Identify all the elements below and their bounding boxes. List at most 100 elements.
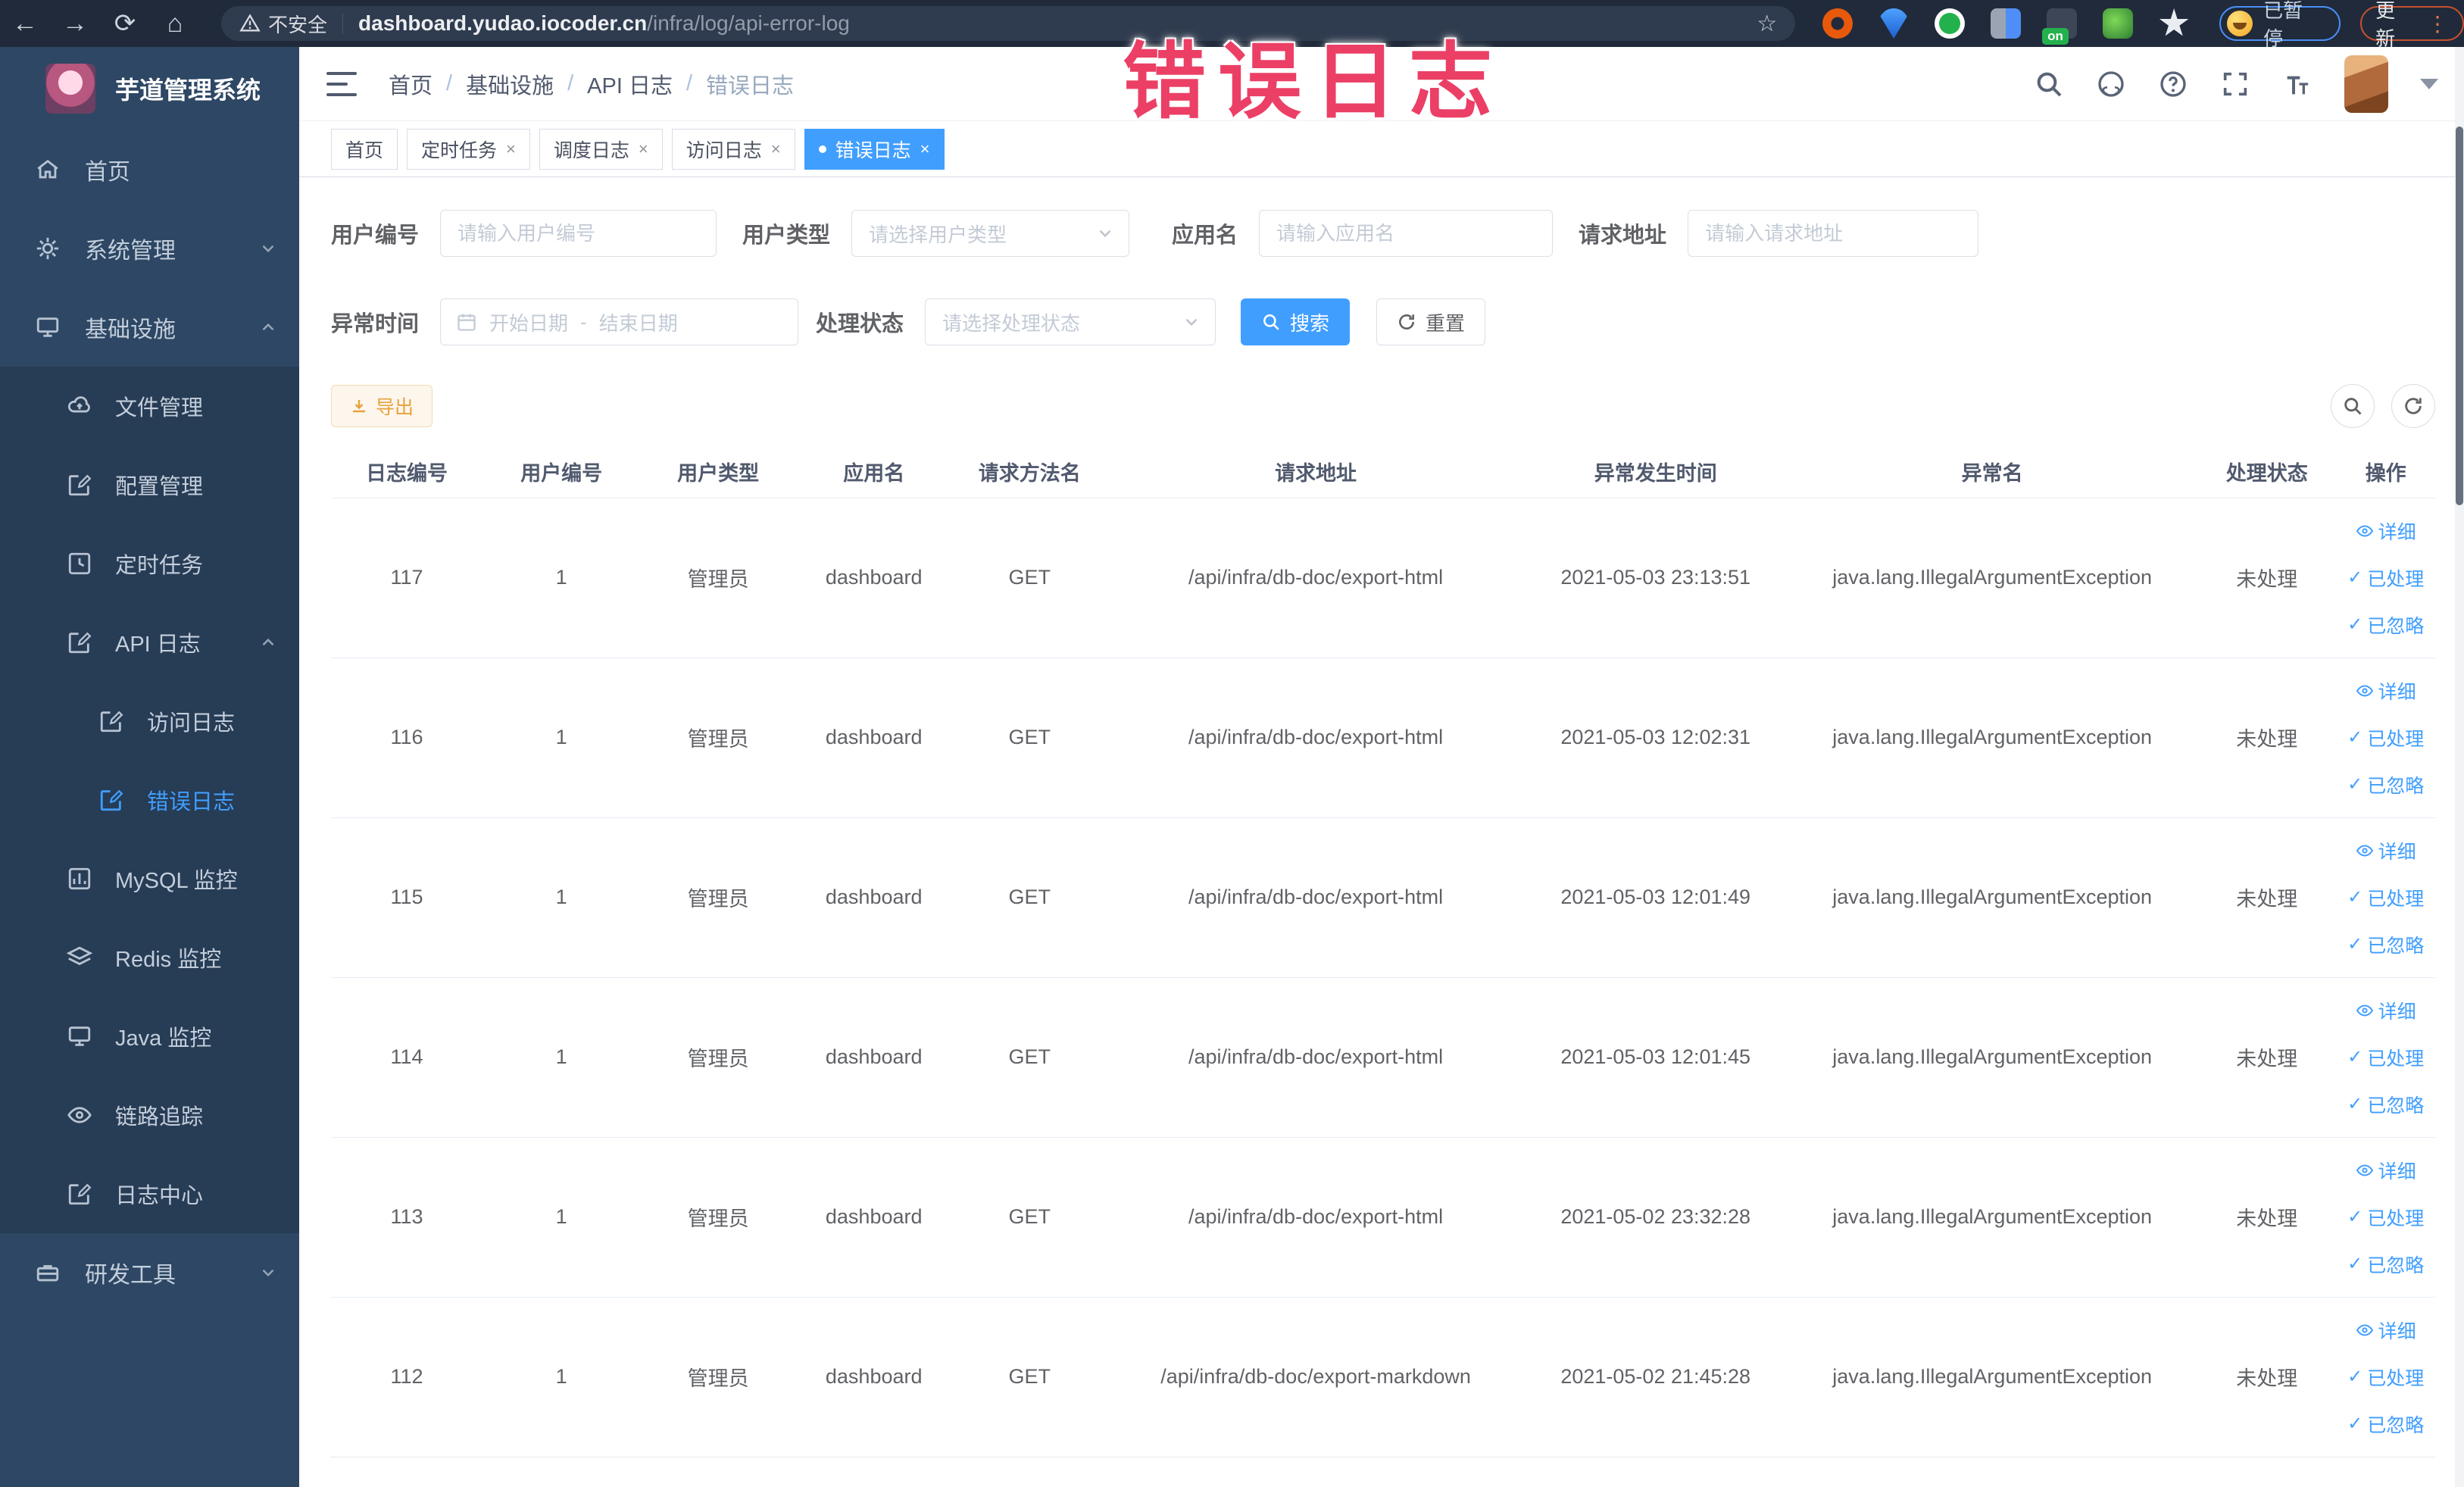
breadcrumb-item[interactable]: API 日志 — [587, 68, 673, 100]
cell-user-id: 1 — [482, 658, 641, 818]
mark-ignored-link[interactable]: ✓ 已忽略 — [2347, 931, 2424, 958]
app-name-input[interactable] — [1259, 210, 1554, 257]
mark-processed-link[interactable]: ✓ 已处理 — [2347, 724, 2424, 751]
refresh-table-button[interactable] — [2391, 384, 2435, 428]
cell-exception-name: java.lang.IllegalArgumentException — [1787, 1137, 2198, 1298]
extension-icon-shield[interactable] — [1880, 8, 1908, 39]
forward-button[interactable]: → — [50, 9, 100, 39]
user-id-input[interactable] — [440, 210, 717, 257]
sidebar-item-error-log[interactable]: 错误日志 — [0, 761, 299, 839]
extension-icon-orange[interactable] — [1822, 8, 1853, 39]
sidebar-item-mysql-monitor[interactable]: MySQL 监控 — [0, 839, 299, 918]
profile-status-label: 已暂停 — [2263, 0, 2303, 50]
breadcrumb-item[interactable]: 首页 — [389, 68, 433, 100]
mark-processed-link[interactable]: ✓ 已处理 — [2347, 884, 2424, 911]
mark-processed-label: 已处理 — [2367, 1207, 2425, 1229]
mark-ignored-link[interactable]: ✓ 已忽略 — [2347, 611, 2424, 639]
tab-scheduled-tasks[interactable]: 定时任务 × — [407, 128, 530, 170]
mark-processed-link[interactable]: ✓ 已处理 — [2347, 564, 2424, 592]
sidebar-item-log-center[interactable]: 日志中心 — [0, 1154, 299, 1233]
mark-processed-link[interactable]: ✓ 已处理 — [2347, 1364, 2424, 1391]
search-icon[interactable] — [2034, 69, 2064, 99]
exception-time-range-picker[interactable]: 开始日期 - 结束日期 — [440, 298, 799, 345]
fullscreen-icon[interactable] — [2220, 69, 2250, 99]
home-button[interactable]: ⌂ — [150, 9, 200, 39]
cell-log-id: 115 — [331, 817, 483, 978]
sidebar-item-home[interactable]: 首页 — [0, 130, 299, 209]
sidebar-collapse-icon[interactable] — [326, 71, 357, 96]
mark-ignored-link[interactable]: ✓ 已忽略 — [2347, 1091, 2424, 1118]
sidebar-item-dev-tools[interactable]: 研发工具 — [0, 1233, 299, 1312]
tab-close-icon[interactable]: × — [639, 139, 648, 159]
user-type-select[interactable]: 请选择用户类型 — [851, 210, 1130, 257]
page-scrollbar[interactable] — [2455, 47, 2464, 1487]
sidebar-item-file-management[interactable]: 文件管理 — [0, 367, 299, 445]
toggle-search-button[interactable] — [2331, 384, 2375, 428]
detail-link[interactable]: 详细 — [2356, 677, 2416, 704]
sidebar-item-access-log[interactable]: 访问日志 — [0, 682, 299, 761]
help-icon[interactable] — [2158, 69, 2188, 99]
eye-icon — [2356, 1321, 2374, 1339]
sidebar-item-system-management[interactable]: 系统管理 — [0, 209, 299, 288]
mark-ignored-link[interactable]: ✓ 已忽略 — [2347, 771, 2424, 798]
app-logo[interactable]: 芋道管理系统 — [0, 47, 299, 130]
browser-menu-icon[interactable]: ⋮ — [2427, 11, 2449, 36]
check-icon: ✓ — [2347, 727, 2363, 748]
tab-home[interactable]: 首页 — [331, 128, 398, 170]
extension-icon-leaf[interactable] — [2103, 8, 2134, 39]
mark-processed-link[interactable]: ✓ 已处理 — [2347, 1044, 2424, 1071]
mark-ignored-link[interactable]: ✓ 已忽略 — [2347, 1410, 2424, 1438]
sidebar-item-api-log[interactable]: API 日志 — [0, 603, 299, 682]
security-indicator[interactable]: 不安全 — [239, 10, 327, 38]
cell-method: GET — [951, 977, 1108, 1138]
request-url-input[interactable] — [1688, 210, 1979, 257]
github-icon[interactable] — [2096, 69, 2126, 99]
tab-schedule-log[interactable]: 调度日志 × — [539, 128, 663, 170]
user-avatar[interactable] — [2344, 55, 2388, 113]
bookmark-star-icon[interactable]: ☆ — [1757, 11, 1777, 37]
font-size-icon[interactable] — [2282, 69, 2313, 99]
filter-row-2: 异常时间 开始日期 - 结束日期 处理状态 请选择处理状态 搜索 重置 — [331, 298, 2435, 345]
tab-access-log[interactable]: 访问日志 × — [671, 128, 795, 170]
detail-link[interactable]: 详细 — [2356, 1157, 2416, 1184]
col-actions: 操作 — [2336, 445, 2435, 498]
process-status-select[interactable]: 请选择处理状态 — [925, 298, 1216, 345]
detail-link[interactable]: 详细 — [2356, 1317, 2416, 1344]
avatar-dropdown-caret[interactable] — [2420, 78, 2438, 89]
sidebar-item-scheduled-tasks[interactable]: 定时任务 — [0, 524, 299, 603]
browser-profile-chip[interactable]: 已暂停 — [2219, 0, 2341, 50]
reload-button[interactable]: ⟳ — [100, 8, 150, 39]
browser-update-button[interactable]: 更新 ⋮ — [2360, 0, 2464, 50]
detail-link[interactable]: 详细 — [2356, 997, 2416, 1024]
extension-icon-grid[interactable] — [1991, 8, 2022, 39]
export-button[interactable]: 导出 — [331, 385, 433, 427]
extension-icon-toggle[interactable]: on — [2042, 8, 2078, 45]
search-button[interactable]: 搜索 — [1241, 298, 1351, 345]
tab-error-log[interactable]: 错误日志 × — [804, 128, 945, 170]
sidebar-item-config-management[interactable]: 配置管理 — [0, 445, 299, 524]
tab-close-icon[interactable]: × — [920, 139, 930, 159]
detail-link[interactable]: 详细 — [2356, 837, 2416, 864]
sidebar-item-infrastructure[interactable]: 基础设施 — [0, 288, 299, 367]
cell-app-name: dashboard — [795, 977, 952, 1138]
check-icon: ✓ — [2347, 1254, 2363, 1274]
sidebar-item-redis-monitor[interactable]: Redis 监控 — [0, 918, 299, 997]
detail-link[interactable]: 详细 — [2356, 517, 2416, 545]
mark-processed-link[interactable]: ✓ 已处理 — [2347, 1204, 2424, 1231]
back-button[interactable]: ← — [0, 9, 50, 39]
app-header: 首页 / 基础设施 / API 日志 / 错误日志 — [299, 47, 2464, 121]
breadcrumb-item[interactable]: 基础设施 — [466, 68, 554, 100]
table-row: 114 1 管理员 dashboard GET /api/infra/db-do… — [331, 977, 2435, 1138]
mark-ignored-link[interactable]: ✓ 已忽略 — [2347, 1251, 2424, 1278]
cell-exception-time: 2021-05-03 12:02:31 — [1524, 658, 1788, 818]
tab-close-icon[interactable]: × — [771, 139, 781, 159]
extensions-pin-icon[interactable] — [2159, 8, 2189, 36]
address-bar[interactable]: 不安全 dashboard.yudao.iocoder.cn/infra/log… — [221, 6, 1796, 41]
tab-close-icon[interactable]: × — [506, 139, 516, 159]
scrollbar-thumb[interactable] — [2456, 127, 2463, 505]
tab-label: 错误日志 — [835, 139, 911, 161]
sidebar-item-tracing[interactable]: 链路追踪 — [0, 1076, 299, 1154]
sidebar-item-java-monitor[interactable]: Java 监控 — [0, 997, 299, 1076]
reset-button[interactable]: 重置 — [1376, 298, 1486, 345]
extension-icon-green-circle[interactable] — [1935, 8, 1966, 39]
